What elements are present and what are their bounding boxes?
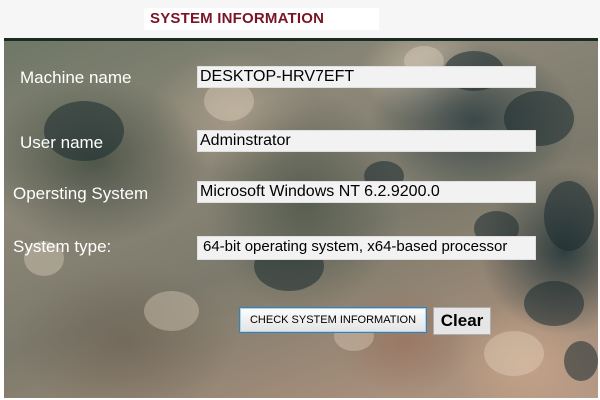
operating-system-field[interactable]: Microsoft Windows NT 6.2.9200.0	[197, 181, 536, 203]
background-image-panel	[4, 38, 598, 398]
system-type-label: System type:	[13, 237, 112, 256]
user-name-field[interactable]: Adminstrator	[197, 130, 536, 152]
machine-name-field[interactable]: DESKTOP-HRV7EFT	[197, 66, 536, 88]
clear-button[interactable]: Clear	[433, 307, 491, 335]
system-type-field[interactable]: 64-bit operating system, x64-based proce…	[197, 236, 536, 260]
operating-system-label: Opersting System	[13, 184, 149, 203]
machine-name-label: Machine name	[20, 68, 132, 87]
app-window: SYSTEM INFORMATION Machine name DESKTOP-…	[0, 0, 600, 400]
check-system-information-button[interactable]: CHECK SYSTEM INFORMATION	[239, 307, 427, 333]
user-name-label: User name	[20, 133, 104, 152]
window-title: SYSTEM INFORMATION	[150, 10, 325, 27]
